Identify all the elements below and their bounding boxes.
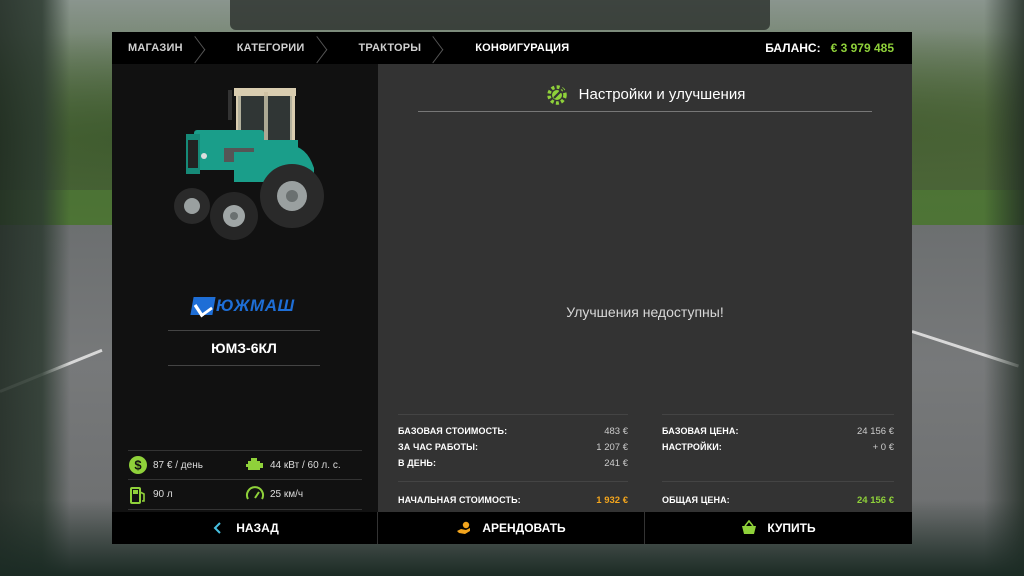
buy-button[interactable]: КУПИТЬ [645, 512, 912, 544]
breadcrumb-categories[interactable]: КАТЕГОРИИ [221, 32, 343, 64]
lease-hand-icon [457, 521, 471, 534]
cost-label: В ДЕНЬ: [398, 458, 437, 468]
cost-row: ЗА ЧАС РАБОТЫ: 1 207 € [398, 439, 628, 455]
cost-label: НАЧАЛЬНАЯ СТОИМОСТЬ: [398, 495, 521, 505]
spec-power: 44 кВт / 60 л. с. [245, 455, 362, 475]
breadcrumb-separator-icon [433, 32, 447, 64]
chevron-left-icon [213, 522, 221, 534]
breadcrumb-separator-icon [317, 32, 331, 64]
fuel-icon [130, 486, 145, 504]
top-bar: МАГАЗИН КАТЕГОРИИ ТРАКТОРЫ КОНФИГУРАЦИЯ … [112, 32, 912, 64]
model-name: ЮМЗ-6КЛ [211, 340, 277, 356]
cost-row: НАЧАЛЬНАЯ СТОИМОСТЬ: 1 932 € [398, 492, 628, 508]
cost-label: ОБЩАЯ ЦЕНА: [662, 495, 730, 505]
shop-config-panel: МАГАЗИН КАТЕГОРИИ ТРАКТОРЫ КОНФИГУРАЦИЯ … [112, 32, 912, 544]
vehicle-info-panel: ЮЖМАШ ЮМЗ-6КЛ $ 87 € / день 44 кВт / 60 … [112, 64, 378, 512]
cost-row: БАЗОВАЯ ЦЕНА: 24 156 € [662, 423, 894, 439]
back-button-label: НАЗАД [236, 521, 279, 535]
cost-value: 1 207 € [596, 441, 628, 453]
lease-button-label: АРЕНДОВАТЬ [482, 521, 566, 535]
cost-value: 241 € [604, 457, 628, 469]
spec-text: 44 кВт / 60 л. с. [270, 459, 341, 471]
tractor-image [174, 88, 324, 240]
cost-row: В ДЕНЬ: 241 € [398, 455, 628, 471]
cost-label: ЗА ЧАС РАБОТЫ: [398, 442, 479, 452]
breadcrumb-separator-icon [195, 32, 209, 64]
engine-icon [246, 458, 263, 470]
brand-name: ЮЖМАШ [216, 296, 295, 315]
cost-value: + 0 € [872, 441, 894, 453]
breadcrumb-label: МАГАЗИН [128, 42, 183, 54]
balance-value: € 3 979 485 [830, 41, 894, 55]
balance-display: БАЛАНС: € 3 979 485 [765, 32, 894, 64]
money-icon: $ [129, 456, 147, 474]
spec-text: 87 € / день [153, 459, 203, 471]
spec-text: 25 км/ч [270, 489, 304, 500]
divider [168, 365, 320, 366]
gear-wrench-icon [546, 84, 567, 105]
lease-button[interactable]: АРЕНДОВАТЬ [378, 512, 645, 544]
section-header: Настройки и улучшения [418, 78, 872, 112]
cab-pillar-left [0, 0, 70, 576]
purchase-costs: БАЗОВАЯ ЦЕНА: 24 156 € НАСТРОЙКИ: + 0 € … [662, 414, 894, 506]
breadcrumb-label: КАТЕГОРИИ [236, 42, 305, 54]
shopping-basket-icon [742, 520, 757, 534]
cost-value: 24 156 € [857, 425, 894, 437]
cost-label: НАСТРОЙКИ: [662, 442, 722, 452]
divider [398, 414, 628, 415]
balance-label: БАЛАНС: [765, 41, 821, 55]
lease-total: НАЧАЛЬНАЯ СТОИМОСТЬ: 1 932 € [398, 481, 628, 508]
breadcrumb-label: КОНФИГУРАЦИЯ [475, 42, 570, 54]
cost-row: БАЗОВАЯ СТОИМОСТЬ: 483 € [398, 423, 628, 439]
spec-fuel: 90 л [128, 485, 245, 505]
cost-value: 24 156 € [857, 494, 894, 506]
breadcrumb-label: ТРАКТОРЫ [358, 42, 422, 54]
vehicle-specs: $ 87 € / день 44 кВт / 60 л. с. 90 л 25 … [128, 450, 362, 510]
empty-state-message: Улучшения недоступны! [566, 304, 724, 320]
back-button[interactable]: НАЗАД [112, 512, 378, 544]
speedometer-icon [246, 485, 264, 499]
cost-row: ОБЩАЯ ЦЕНА: 24 156 € [662, 492, 894, 508]
breadcrumb-configuration: КОНФИГУРАЦИЯ [459, 32, 581, 64]
section-title: Настройки и улучшения [578, 86, 746, 103]
spec-text: 90 л [153, 489, 173, 500]
cab-pillar-right [984, 0, 1024, 576]
configuration-panel: Настройки и улучшения Улучшения недоступ… [378, 64, 912, 512]
lease-costs: БАЗОВАЯ СТОИМОСТЬ: 483 € ЗА ЧАС РАБОТЫ: … [398, 414, 628, 506]
cost-value: 1 932 € [596, 494, 628, 506]
spec-row: $ 87 € / день 44 кВт / 60 л. с. [128, 450, 362, 480]
cab-roof [230, 0, 770, 30]
brand-logo: ЮЖМАШ [190, 296, 295, 316]
spec-maintenance: $ 87 € / день [128, 455, 245, 475]
cost-label: БАЗОВАЯ ЦЕНА: [662, 426, 739, 436]
spec-speed: 25 км/ч [245, 485, 362, 505]
cost-value: 483 € [604, 425, 628, 437]
svg-text:$: $ [134, 458, 142, 473]
action-bar: НАЗАД АРЕНДОВАТЬ КУПИТЬ [112, 512, 912, 544]
spec-row: 90 л 25 км/ч [128, 480, 362, 510]
cost-row: НАСТРОЙКИ: + 0 € [662, 439, 894, 455]
breadcrumb-tractors[interactable]: ТРАКТОРЫ [343, 32, 460, 64]
breadcrumb: МАГАЗИН КАТЕГОРИИ ТРАКТОРЫ КОНФИГУРАЦИЯ [112, 32, 581, 64]
buy-button-label: КУПИТЬ [767, 521, 816, 535]
brand-mark-icon [190, 297, 216, 315]
divider [662, 414, 894, 415]
purchase-total: ОБЩАЯ ЦЕНА: 24 156 € [662, 481, 894, 508]
cost-label: БАЗОВАЯ СТОИМОСТЬ: [398, 426, 508, 436]
breadcrumb-shop[interactable]: МАГАЗИН [112, 32, 221, 64]
